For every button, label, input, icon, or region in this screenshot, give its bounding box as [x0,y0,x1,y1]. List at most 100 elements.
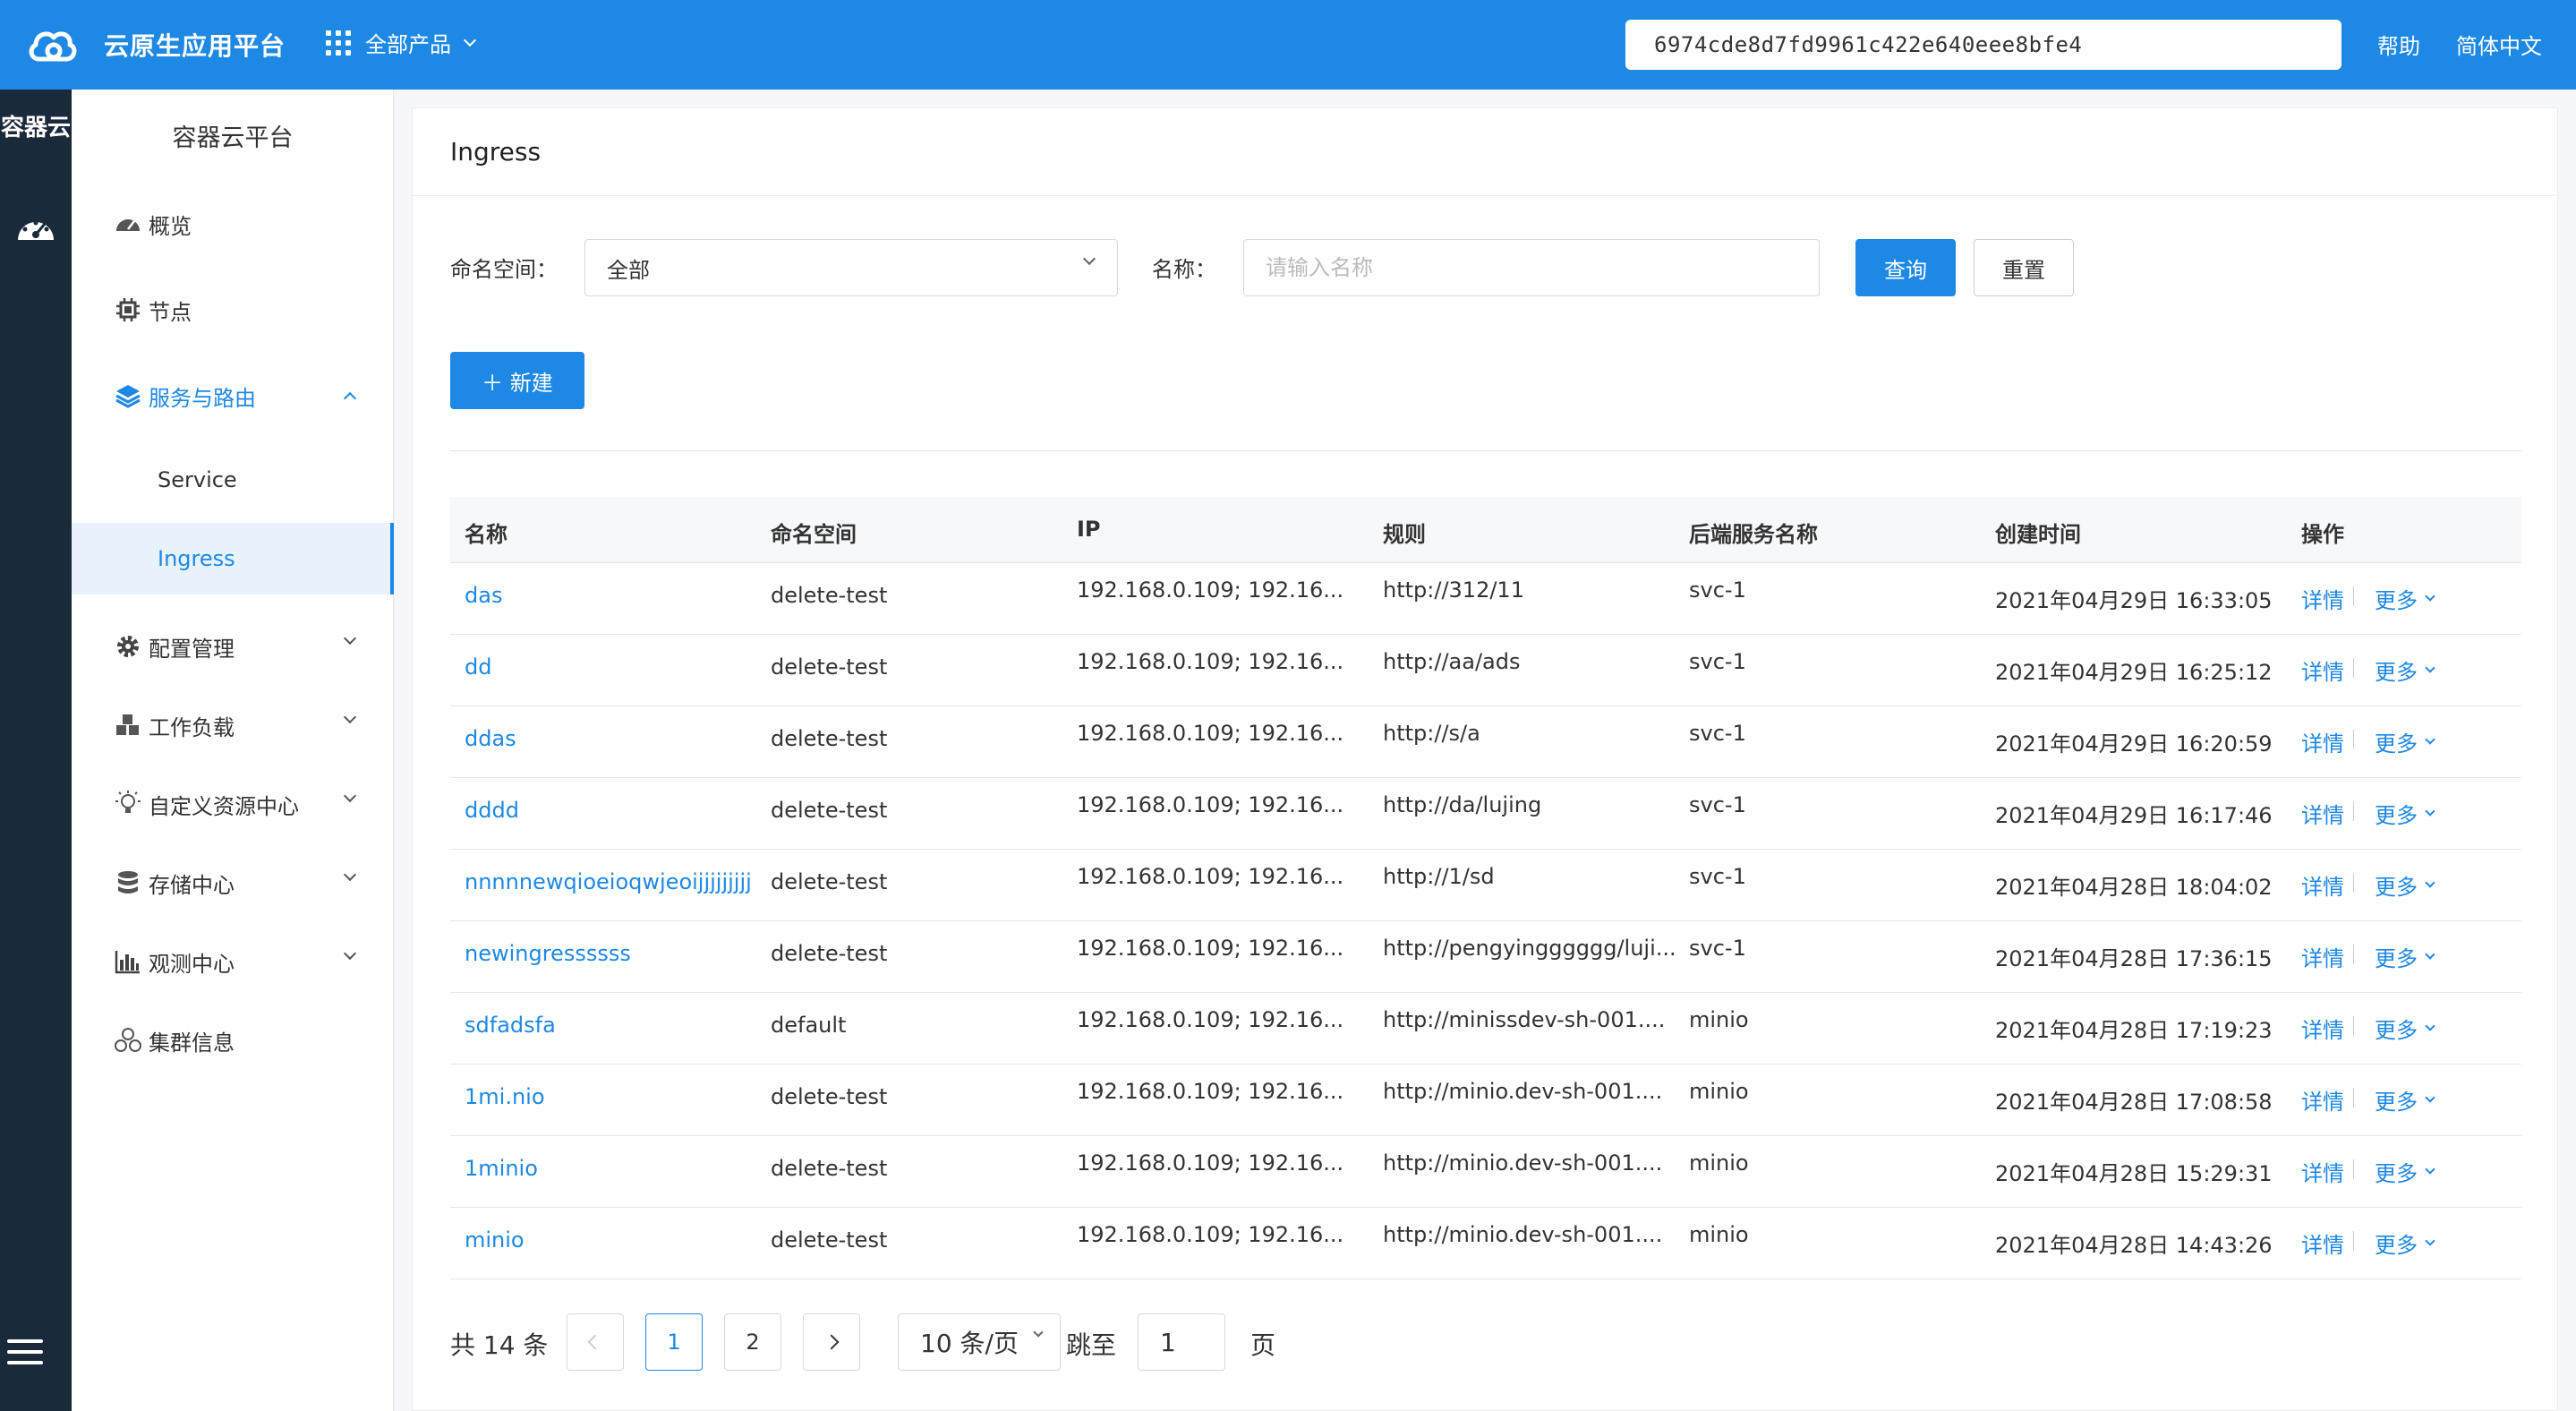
more-label: 更多 [2375,1090,2418,1115]
namespace-cell: delete-test [771,1227,888,1253]
ip-cell: 192.168.0.109; 192.16... [1077,721,1344,746]
more-label: 更多 [2375,1018,2418,1043]
action-separator [2353,873,2354,893]
language-switch[interactable]: 简体中文 [2456,29,2542,60]
created-time-cell: 2021年04月28日 15:29:31 [1995,1161,2273,1186]
sidebar-item-overview[interactable]: 概览 [72,197,394,251]
ingress-name-link[interactable]: dd [465,654,491,680]
sidebar-item-workloads[interactable]: 工作负载 [72,698,394,752]
more-actions-dropdown[interactable]: 更多 [2375,869,2435,901]
more-actions-dropdown[interactable]: 更多 [2375,1084,2435,1116]
token-field[interactable]: 6974cde8d7fd9961c422e640eee8bfe4 [1625,20,2341,70]
more-actions-dropdown[interactable]: 更多 [2375,1013,2435,1044]
more-actions-dropdown[interactable]: 更多 [2375,1156,2435,1187]
namespace-cell: delete-test [771,869,888,894]
new-button[interactable]: ＋ 新建 [450,352,584,409]
page-size-select[interactable]: 10 条/页 [898,1313,1061,1371]
chevron-right-icon [823,1334,840,1350]
more-actions-dropdown[interactable]: 更多 [2375,941,2435,972]
cloud-logo-icon[interactable] [25,21,79,68]
cluster-icon [113,1025,143,1056]
ingress-name-link[interactable]: sdfadsfa [465,1013,556,1038]
ingress-name-link[interactable]: dddd [465,798,519,823]
table-row: ddas delete-test 192.168.0.109; 192.16... h… [450,706,2521,778]
brand-name[interactable]: 云原生应用平台 [104,27,286,63]
bar-chart-icon [113,946,143,977]
sidebar-item-cluster-info[interactable]: 集群信息 [72,1013,394,1067]
table-row: minio delete-test 192.168.0.109; 192.16...… [450,1208,2521,1279]
column-header-rules: 规则 [1383,522,1426,547]
page-button-1[interactable]: 1 [645,1313,703,1371]
ingress-name-link[interactable]: minio [465,1227,525,1253]
detail-link[interactable]: 详情 [2301,869,2344,901]
chevron-down-icon [2425,590,2435,602]
namespace-label: 命名空间： [450,257,558,282]
chevron-down-icon [1033,1327,1044,1338]
page-unit-label: 页 [1250,1330,1276,1360]
jump-page-input[interactable] [1138,1313,1225,1371]
query-button[interactable]: 查询 [1855,239,1956,296]
namespace-cell: delete-test [771,1156,888,1181]
sidebar-subitem-ingress[interactable]: Ingress [72,523,394,594]
help-link[interactable]: 帮助 [2377,29,2420,60]
ingress-name-link[interactable]: das [465,583,502,608]
prev-page-button[interactable] [567,1313,624,1371]
next-page-button[interactable] [803,1313,860,1371]
ip-cell: 192.168.0.109; 192.16... [1077,577,1344,603]
detail-link[interactable]: 详情 [2301,941,2344,972]
rail-title[interactable]: 容器云 [0,109,72,142]
backend-service-cell: minio [1689,1150,1749,1176]
all-products-menu[interactable]: 全部产品 [326,27,477,58]
sidebar-item-label: 存储中心 [149,872,235,898]
chevron-down-icon [1082,252,1096,266]
more-actions-dropdown[interactable]: 更多 [2375,798,2435,829]
detail-link[interactable]: 详情 [2301,1084,2344,1116]
ingress-name-link[interactable]: nnnnnewqioeioqwjeoijjjjjjjjj [465,869,752,894]
more-actions-dropdown[interactable]: 更多 [2375,583,2435,614]
detail-link[interactable]: 详情 [2301,1013,2344,1044]
ingress-name-link[interactable]: ddas [465,726,516,751]
layers-icon [113,381,143,411]
chevron-down-icon [2425,1091,2435,1103]
reset-button[interactable]: 重置 [1974,239,2074,296]
detail-link[interactable]: 详情 [2301,798,2344,829]
detail-link[interactable]: 详情 [2301,726,2344,757]
sidebar-item-config[interactable]: 配置管理 [72,620,394,673]
detail-link[interactable]: 详情 [2301,1227,2344,1259]
sidebar-item-storage[interactable]: 存储中心 [72,856,394,910]
ingress-name-link[interactable]: 1mi.nio [465,1084,545,1109]
detail-link[interactable]: 详情 [2301,654,2344,686]
sidebar-item-observability[interactable]: 观测中心 [72,935,394,988]
more-actions-dropdown[interactable]: 更多 [2375,654,2435,686]
ingress-name-link[interactable]: newingressssss [465,941,631,966]
detail-link[interactable]: 详情 [2301,1156,2344,1187]
chevron-down-icon [2425,1163,2435,1175]
name-search-input[interactable] [1243,239,1820,296]
created-time-cell: 2021年04月28日 17:36:15 [1995,946,2273,971]
sidebar-item-service-routing[interactable]: 服务与路由 [72,369,394,423]
created-time-cell: 2021年04月28日 17:19:23 [1995,1018,2273,1043]
more-actions-dropdown[interactable]: 更多 [2375,1227,2435,1259]
chevron-down-icon [343,710,357,724]
more-actions-dropdown[interactable]: 更多 [2375,726,2435,757]
pagination: 共 14 条 1 2 10 条/页 跳至 页 [450,1313,1435,1371]
detail-link[interactable]: 详情 [2301,583,2344,614]
rule-cell: http://minio.dev-sh-001.... [1383,1079,1663,1104]
column-header-ip: IP [1077,517,1101,542]
table-row: dddd delete-test 192.168.0.109; 192.16... h… [450,778,2521,850]
ingress-name-link[interactable]: 1minio [465,1156,538,1181]
sidebar-item-label: 工作负载 [149,714,235,740]
backend-service-cell: svc-1 [1689,721,1746,746]
sidebar-item-custom-resources[interactable]: 自定义资源中心 [72,777,394,831]
sidebar-subitem-service[interactable]: Service [72,444,394,516]
dashboard-icon[interactable] [9,211,63,244]
chevron-down-icon [343,946,357,961]
hamburger-menu-icon[interactable] [7,1339,43,1368]
chevron-down-icon [2425,733,2435,745]
namespace-cell: delete-test [771,1084,888,1109]
sidebar-item-nodes[interactable]: 节点 [72,283,394,337]
rule-cell: http://minio.dev-sh-001.... [1383,1222,1663,1247]
page-button-2[interactable]: 2 [724,1313,781,1371]
namespace-select[interactable]: 全部 [584,239,1118,296]
name-label: 名称： [1152,257,1216,282]
